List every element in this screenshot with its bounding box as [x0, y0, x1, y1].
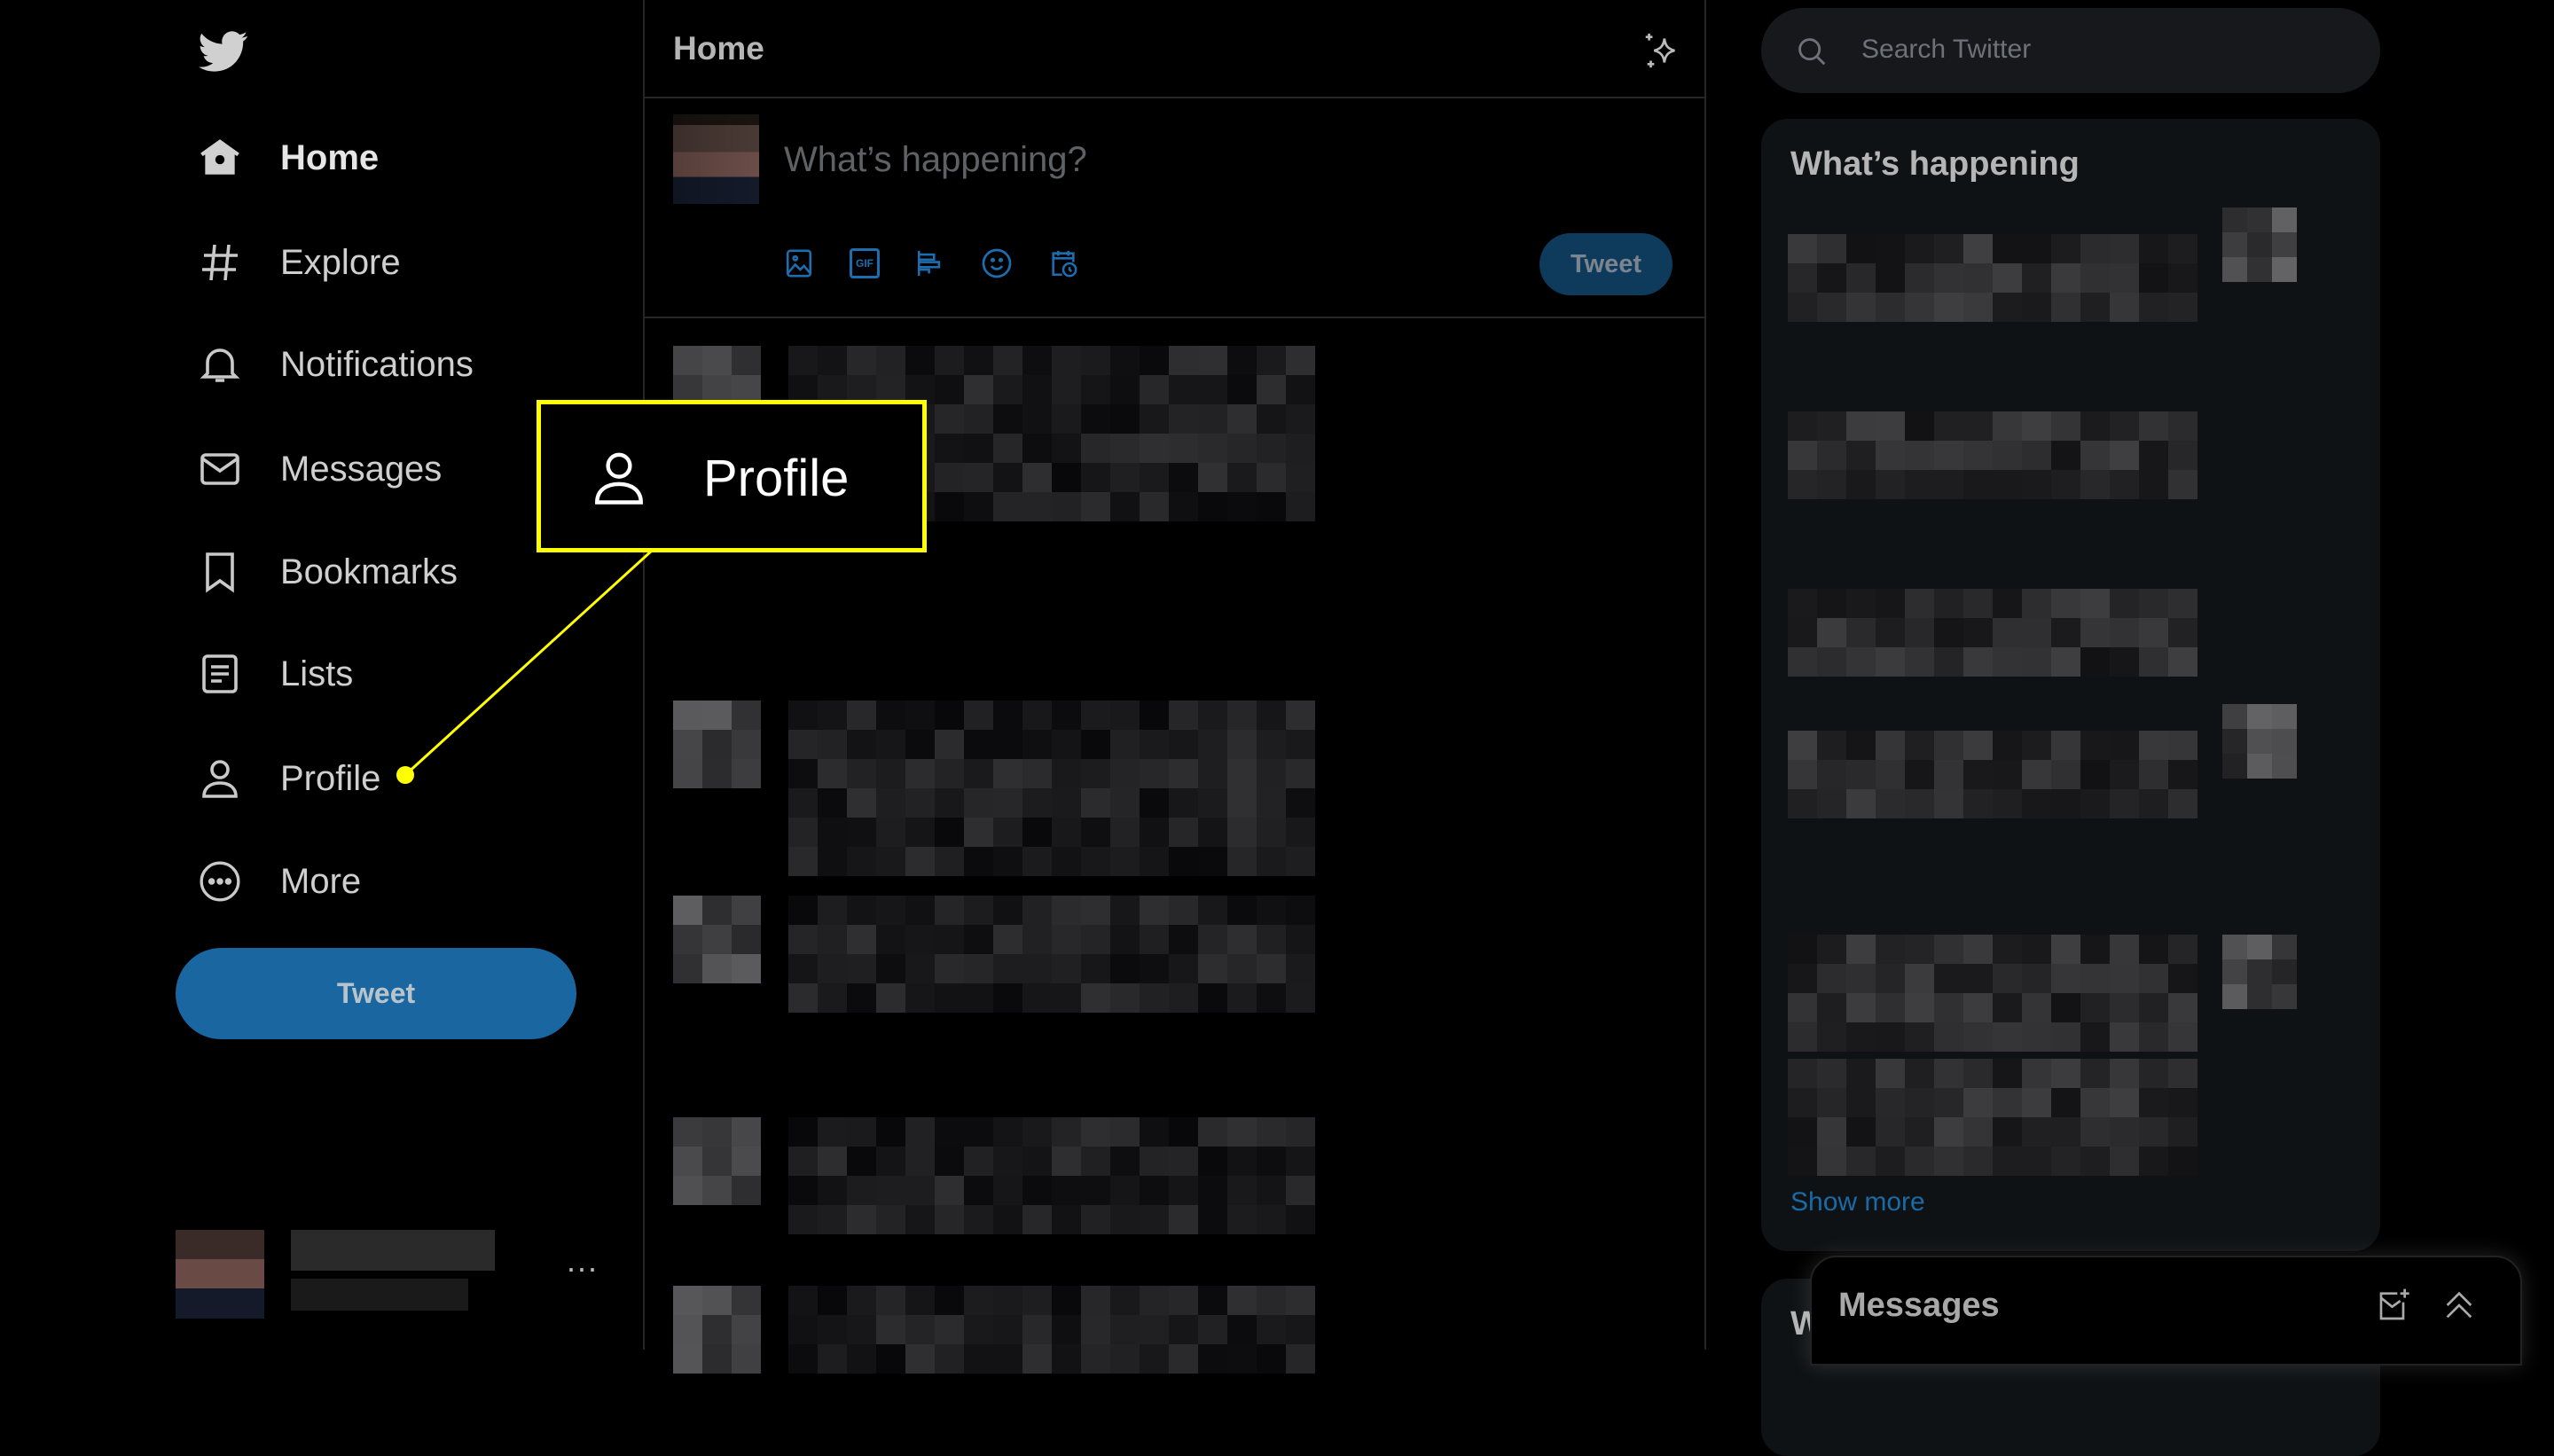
callout-dot	[396, 766, 414, 784]
callout-leader-line	[396, 549, 654, 784]
callout-line	[403, 549, 654, 777]
callout-label: Profile	[703, 450, 850, 507]
person-icon	[590, 447, 648, 509]
profile-callout: Profile	[537, 400, 927, 552]
